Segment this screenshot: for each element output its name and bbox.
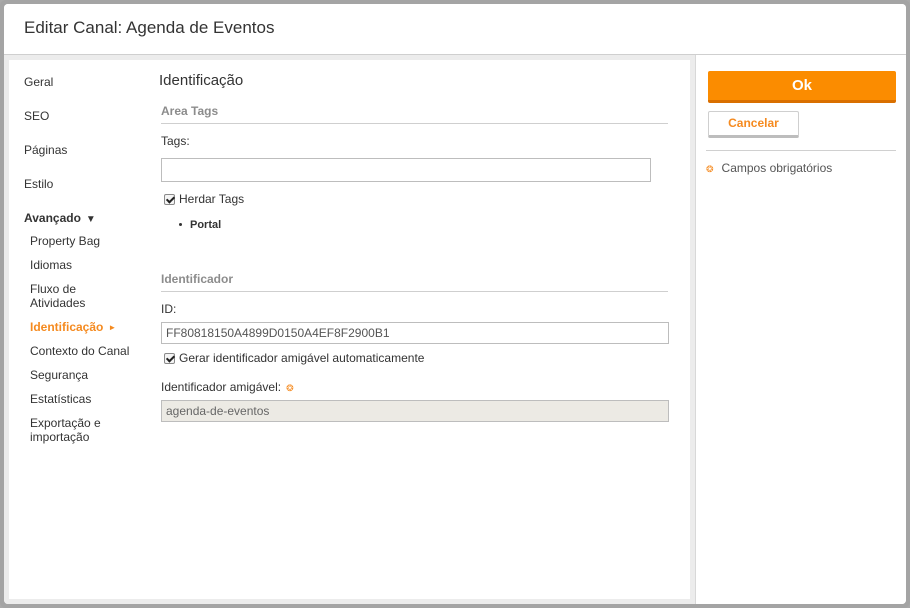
ok-button[interactable]: Ok: [708, 71, 896, 103]
content-area: Geral SEO Páginas Estilo Avançado ▼ Prope…: [4, 55, 695, 604]
nav-item-avancado-label: Avançado: [24, 211, 81, 225]
herdar-tags-checkbox[interactable]: [164, 193, 175, 205]
nav-sub-contexto[interactable]: Contexto do Canal: [30, 344, 140, 358]
inherited-tag-item: Portal: [179, 219, 221, 231]
edit-channel-dialog: Editar Canal: Agenda de Eventos Geral SE…: [4, 4, 906, 604]
gerar-identificador-checkbox[interactable]: [164, 352, 175, 364]
dialog-titlebar: Editar Canal: Agenda de Eventos: [4, 4, 906, 55]
action-sidebar: Ok Cancelar ❂ Campos obrigatórios: [695, 55, 906, 604]
nav-sub-seguranca[interactable]: Segurança: [30, 368, 130, 382]
required-icon: ❂: [706, 164, 714, 174]
identificador-amigavel-label-row: Identificador amigável: ❂: [161, 380, 294, 394]
arrow-right-icon: ►: [108, 323, 117, 332]
required-fields-note: ❂ Campos obrigatórios: [706, 161, 832, 175]
group-title-area-tags: Area Tags: [161, 104, 668, 124]
nav-sub-property-bag[interactable]: Property Bag: [30, 234, 130, 248]
gerar-identificador-row[interactable]: Gerar identificador amigável automaticam…: [164, 351, 424, 365]
caret-down-icon: ▼: [85, 214, 96, 225]
required-fields-label: Campos obrigatórios: [721, 161, 833, 175]
id-label: ID:: [161, 302, 177, 316]
nav-sub-estatisticas[interactable]: Estatísticas: [30, 392, 130, 406]
dialog-title: Editar Canal: Agenda de Eventos: [24, 18, 275, 37]
nav-item-estilo[interactable]: Estilo: [24, 177, 53, 191]
cancel-button[interactable]: Cancelar: [708, 111, 799, 138]
nav-item-geral[interactable]: Geral: [24, 75, 53, 89]
identificador-amigavel-input[interactable]: [161, 400, 669, 422]
sidebar-divider: [706, 150, 896, 151]
id-input[interactable]: [161, 322, 669, 344]
identificador-amigavel-label: Identificador amigável:: [161, 380, 282, 394]
nav-sub-fluxo-atividades[interactable]: Fluxo de Atividades: [30, 282, 100, 310]
nav-sub-identificacao-label: Identificação: [30, 320, 104, 334]
herdar-tags-label: Herdar Tags: [179, 192, 245, 206]
nav-item-paginas[interactable]: Páginas: [24, 143, 67, 157]
section-title: Identificação: [159, 72, 244, 89]
nav-item-seo[interactable]: SEO: [24, 109, 49, 123]
nav-sub-exportacao[interactable]: Exportação e importação: [30, 416, 110, 444]
nav-item-avancado[interactable]: Avançado ▼: [24, 211, 96, 225]
tags-input[interactable]: [161, 158, 651, 182]
required-icon: ❂: [286, 383, 294, 393]
content-panel: Geral SEO Páginas Estilo Avançado ▼ Prope…: [9, 60, 690, 599]
nav-sub-identificacao[interactable]: Identificação ►: [30, 320, 140, 335]
group-title-identificador: Identificador: [161, 272, 668, 292]
herdar-tags-row[interactable]: Herdar Tags: [164, 192, 244, 206]
tags-label: Tags:: [161, 134, 190, 148]
modal-backdrop: Editar Canal: Agenda de Eventos Geral SE…: [0, 0, 910, 608]
nav-sub-idiomas[interactable]: Idiomas: [30, 258, 130, 272]
bullet-icon: [179, 223, 182, 226]
inherited-tag-label: Portal: [190, 219, 222, 231]
gerar-identificador-label: Gerar identificador amigável automaticam…: [179, 351, 425, 365]
